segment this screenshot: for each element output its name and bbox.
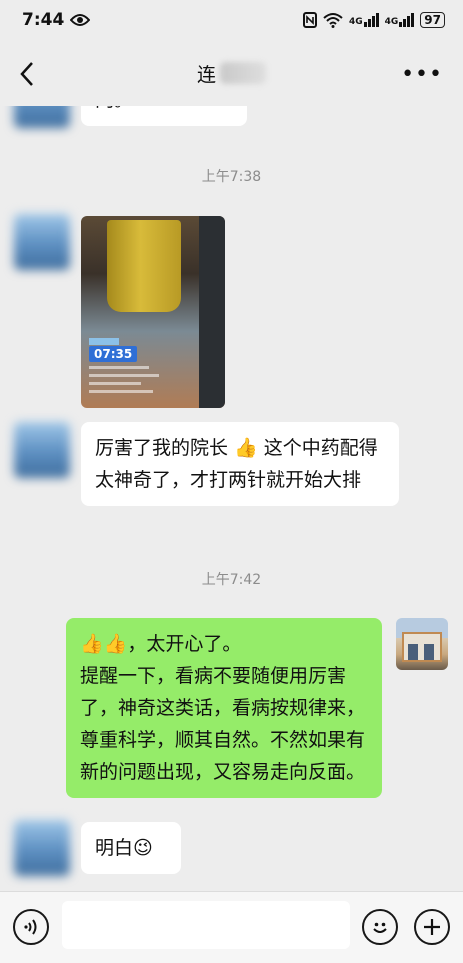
blurred-name xyxy=(220,62,266,84)
video-watermark xyxy=(89,366,159,398)
timestamp: 上午7:38 xyxy=(201,169,262,185)
emoji-icon[interactable] xyxy=(362,909,398,945)
signal-label-1: 4G xyxy=(348,17,363,27)
bottle-image xyxy=(107,220,181,312)
wifi-icon xyxy=(323,13,343,28)
eye-icon xyxy=(70,14,91,26)
message-bubble[interactable]: 明白😉 xyxy=(81,822,181,874)
message-bubble[interactable]: 厉害了我的院长 👍 这个中药配得太神奇了，才打两针就开始大排 xyxy=(81,422,399,506)
self-message-line-2: 提醒一下，看病不要随便用厉害了，神奇这类话，看病按规律来，尊重科学，顺其自然。不… xyxy=(80,665,366,783)
signal-icon-2: 4G xyxy=(385,13,415,27)
window-frame xyxy=(199,216,225,408)
message-text: 明白😉 xyxy=(95,837,153,859)
chat-title-text: 连 xyxy=(196,63,216,86)
message-bubble[interactable]: 门。 xyxy=(81,106,247,126)
message-text: 门。 xyxy=(95,106,133,111)
status-right: 4G 4G 97 xyxy=(302,12,445,28)
video-timestamp: 07:35 xyxy=(89,346,138,362)
input-bar xyxy=(0,891,463,963)
chat-area[interactable]: 门。 上午7:38 07:35 厉害了我的院长 👍 这个中药配得太神奇了，才打两… xyxy=(0,106,463,891)
message-text: 厉害了我的院长 👍 这个中药配得太神奇了，才打两针就开始大排 xyxy=(95,437,378,491)
plus-icon[interactable] xyxy=(414,909,450,945)
back-arrow-icon[interactable] xyxy=(16,60,40,88)
status-left: 7:44 xyxy=(22,10,91,30)
avatar[interactable] xyxy=(14,820,70,876)
timestamp: 上午7:42 xyxy=(201,572,262,588)
chat-title: 连 xyxy=(197,60,266,87)
signal-icon: 4G xyxy=(349,13,379,27)
video-tag xyxy=(89,338,119,345)
chat-header: 连 ••• xyxy=(0,40,463,106)
more-icon[interactable]: ••• xyxy=(401,62,443,87)
avatar[interactable] xyxy=(14,422,70,478)
self-avatar[interactable] xyxy=(396,618,448,670)
nfc-icon xyxy=(302,12,317,28)
self-message-line-1: 👍👍，太开心了。 xyxy=(80,633,242,655)
battery-level: 97 xyxy=(424,13,441,27)
status-time: 7:44 xyxy=(22,10,65,30)
signal-label-2: 4G xyxy=(384,17,399,27)
video-message[interactable]: 07:35 xyxy=(81,216,225,408)
avatar[interactable] xyxy=(14,214,70,270)
self-message-bubble[interactable]: 👍👍，太开心了。 提醒一下，看病不要随便用厉害了，神奇这类话，看病按规律来，尊重… xyxy=(66,618,382,798)
status-bar: 7:44 4G 4G 97 xyxy=(0,0,463,40)
message-input[interactable] xyxy=(62,901,350,949)
avatar[interactable] xyxy=(14,106,70,128)
battery-icon: 97 xyxy=(420,12,445,28)
voice-icon[interactable] xyxy=(13,909,49,945)
